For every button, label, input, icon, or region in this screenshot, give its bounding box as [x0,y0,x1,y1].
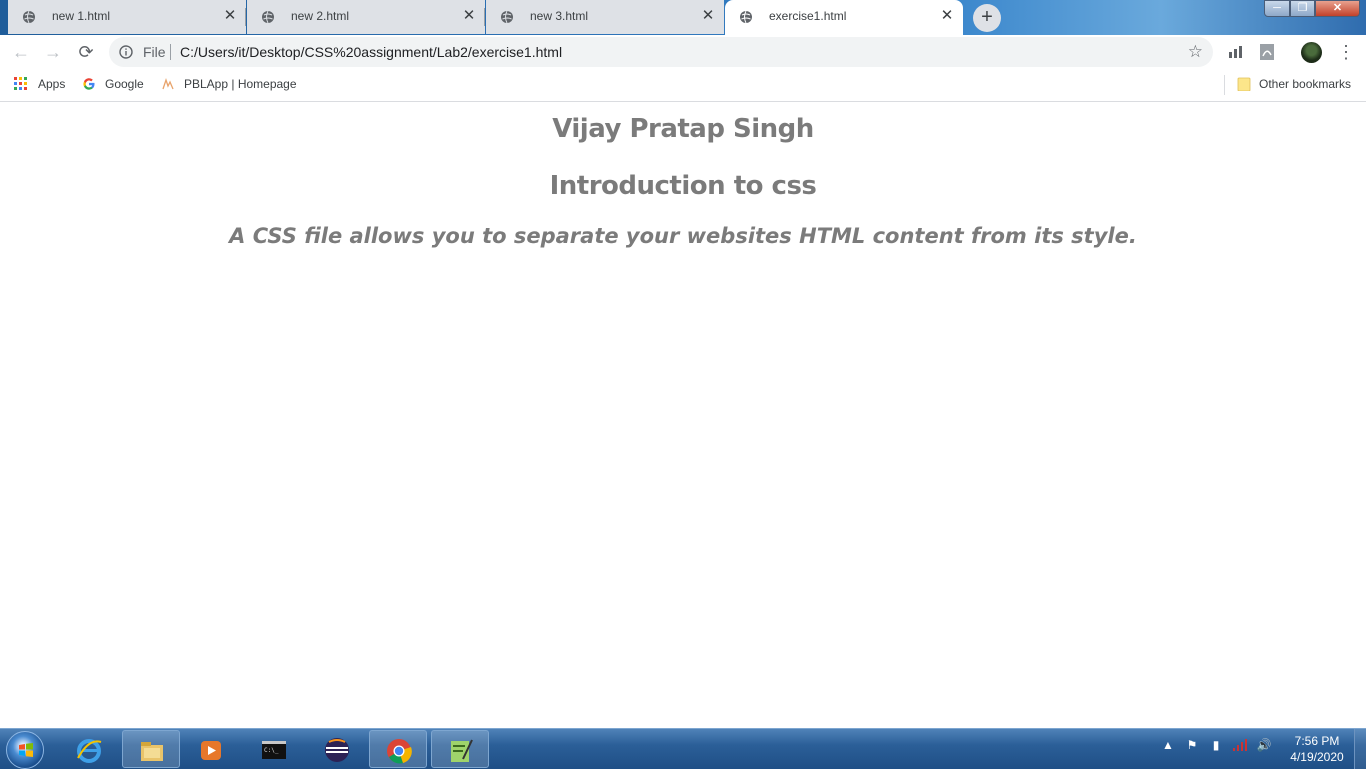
globe-icon [740,10,752,24]
close-icon[interactable]: ✕ [939,8,955,24]
taskbar: C:\_ ▲ ⚑ ▮ 🔊 7:56 PM 4/19/2020 [0,728,1366,769]
globe-icon [23,10,35,24]
tab-separator [245,8,246,26]
folder-icon [1237,77,1251,91]
action-center-flag-icon[interactable]: ⚑ [1184,737,1200,753]
apps-grid-icon [14,77,27,90]
clock-date: 4/19/2020 [1290,750,1344,764]
close-icon[interactable]: ✕ [700,8,716,24]
star-icon[interactable]: ☆ [1188,42,1203,62]
tab-new1[interactable]: new 1.html ✕ [8,0,246,34]
forward-button[interactable]: → [42,41,64,63]
reload-button[interactable]: ⟳ [75,41,97,63]
plus-icon: + [981,6,993,28]
tab-new3[interactable]: new 3.html ✕ [486,0,724,34]
command-prompt-icon: C:\_ [262,741,286,759]
tab-title: new 2.html [291,9,350,23]
taskbar-file-explorer[interactable] [122,730,180,768]
taskbar-media-player[interactable] [182,730,240,768]
google-icon [83,78,95,90]
page-heading-name: Vijay Pratap Singh [552,114,814,144]
tab-title: new 3.html [530,9,589,23]
tab-separator [484,8,485,26]
globe-icon [262,10,274,24]
divider [170,44,171,60]
menu-icon[interactable]: ⋮ [1337,41,1355,63]
pdf-extension-icon[interactable] [1258,43,1276,61]
tab-title: exercise1.html [769,9,847,23]
close-icon[interactable]: ✕ [222,8,238,24]
tab-strip: new 1.html ✕ new 2.html ✕ new 3.html ✕ e… [0,0,1366,35]
eclipse-icon [325,738,349,762]
tab-title: new 1.html [52,9,111,23]
volume-icon[interactable]: 🔊 [1256,737,1272,753]
tab-exercise1[interactable]: exercise1.html ✕ [725,0,963,35]
other-bookmarks[interactable]: Other bookmarks [1259,77,1351,91]
taskbar-notepad-plus-plus[interactable] [431,730,489,768]
pblapp-icon [162,77,174,90]
bookmark-apps[interactable]: Apps [38,77,65,91]
analytics-extension-icon[interactable] [1227,43,1245,61]
clock-time: 7:56 PM [1294,734,1340,748]
page-content: Vijay Pratap Singh Introduction to css A… [0,102,1366,728]
maximize-button[interactable]: ❐ [1290,0,1315,17]
taskbar-eclipse[interactable] [308,730,366,768]
internet-explorer-icon [77,739,102,763]
new-tab-button[interactable]: + [973,4,1001,32]
bookmark-google[interactable]: Google [105,77,144,91]
url-text[interactable]: C:/Users/it/Desktop/CSS%20assignment/Lab… [180,44,562,60]
network-icon[interactable] [1232,737,1248,753]
taskbar-chrome[interactable] [369,730,427,768]
close-window-button[interactable]: ✕ [1315,0,1360,17]
file-explorer-icon [141,742,163,761]
bookmark-pblapp[interactable]: PBLApp | Homepage [184,77,297,91]
battery-icon[interactable]: ▮ [1208,737,1224,753]
page-paragraph: A CSS file allows you to separate your w… [229,224,1137,248]
divider [1224,75,1225,95]
chrome-icon [387,739,412,764]
browser-toolbar: ← → ⟳ File C:/Users/it/Desktop/CSS%20ass… [0,35,1366,69]
address-bar[interactable]: File C:/Users/it/Desktop/CSS%20assignmen… [109,37,1213,67]
minimize-button[interactable]: ─ [1264,0,1290,17]
globe-icon [501,10,513,24]
clock[interactable]: 7:56 PM 4/19/2020 [1283,733,1351,765]
show-desktop-button[interactable] [1354,729,1366,769]
info-icon[interactable] [119,45,133,59]
taskbar-cmd[interactable]: C:\_ [245,730,303,768]
taskbar-ie[interactable] [60,730,118,768]
media-player-icon [201,741,221,760]
bookmarks-bar: Apps Google PBLApp | Homepage Other book… [0,69,1366,102]
windows-logo-icon [19,743,33,757]
avatar[interactable] [1301,42,1322,63]
back-button[interactable]: ← [10,41,32,63]
window-controls: ─ ❐ ✕ [1264,0,1360,18]
tab-new2[interactable]: new 2.html ✕ [247,0,485,34]
close-icon[interactable]: ✕ [461,8,477,24]
show-hidden-icon[interactable]: ▲ [1160,737,1176,753]
notepad-plus-plus-icon [451,739,473,762]
scheme-label: File [143,44,166,60]
page-heading-intro: Introduction to css [549,171,817,201]
svg-text:C:\_: C:\_ [264,747,279,754]
start-button[interactable] [6,731,44,769]
